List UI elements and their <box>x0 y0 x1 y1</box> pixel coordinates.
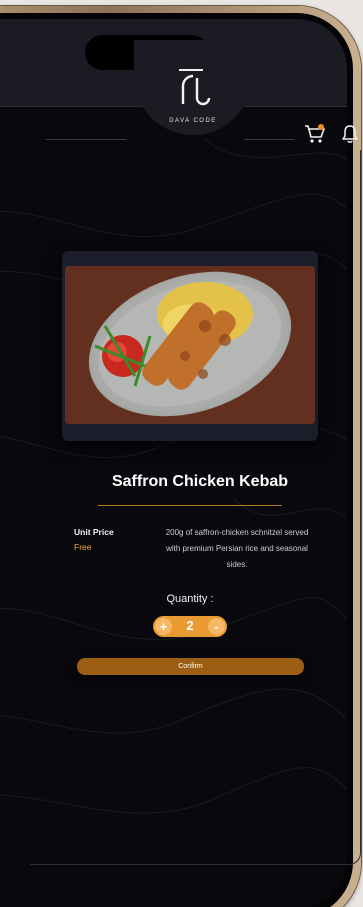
product-description: 200g of saffron-chicken schnitzel served… <box>165 528 309 569</box>
increase-quantity-button[interactable]: + <box>155 618 172 635</box>
brand-logo-icon <box>179 69 211 106</box>
cart-badge <box>318 124 324 130</box>
phone-mockup: DAVA CODE Saffron Chicken Kebab Unit Pri… <box>0 0 363 907</box>
product-image[interactable] <box>65 266 315 424</box>
quantity-value: 2 <box>186 618 194 633</box>
quantity-label: Quantity : <box>166 593 214 605</box>
product-title: Saffron Chicken Kebab <box>111 473 289 490</box>
title-underline <box>98 505 282 506</box>
unit-price-value: Free <box>74 542 92 552</box>
header-divider-left <box>46 139 126 140</box>
unit-price-label: Unit Price <box>74 527 114 537</box>
kebab-photo <box>65 266 315 424</box>
confirm-button[interactable]: Confirm <box>77 658 304 675</box>
header-divider-right <box>244 139 294 140</box>
decrease-quantity-button[interactable]: - <box>208 618 225 635</box>
quantity-stepper: + 2 - <box>153 616 227 637</box>
brand-logo-tab[interactable]: DAVA CODE <box>134 40 252 135</box>
brand-name: DAVA CODE <box>169 118 217 124</box>
bell-icon[interactable] <box>341 124 359 144</box>
